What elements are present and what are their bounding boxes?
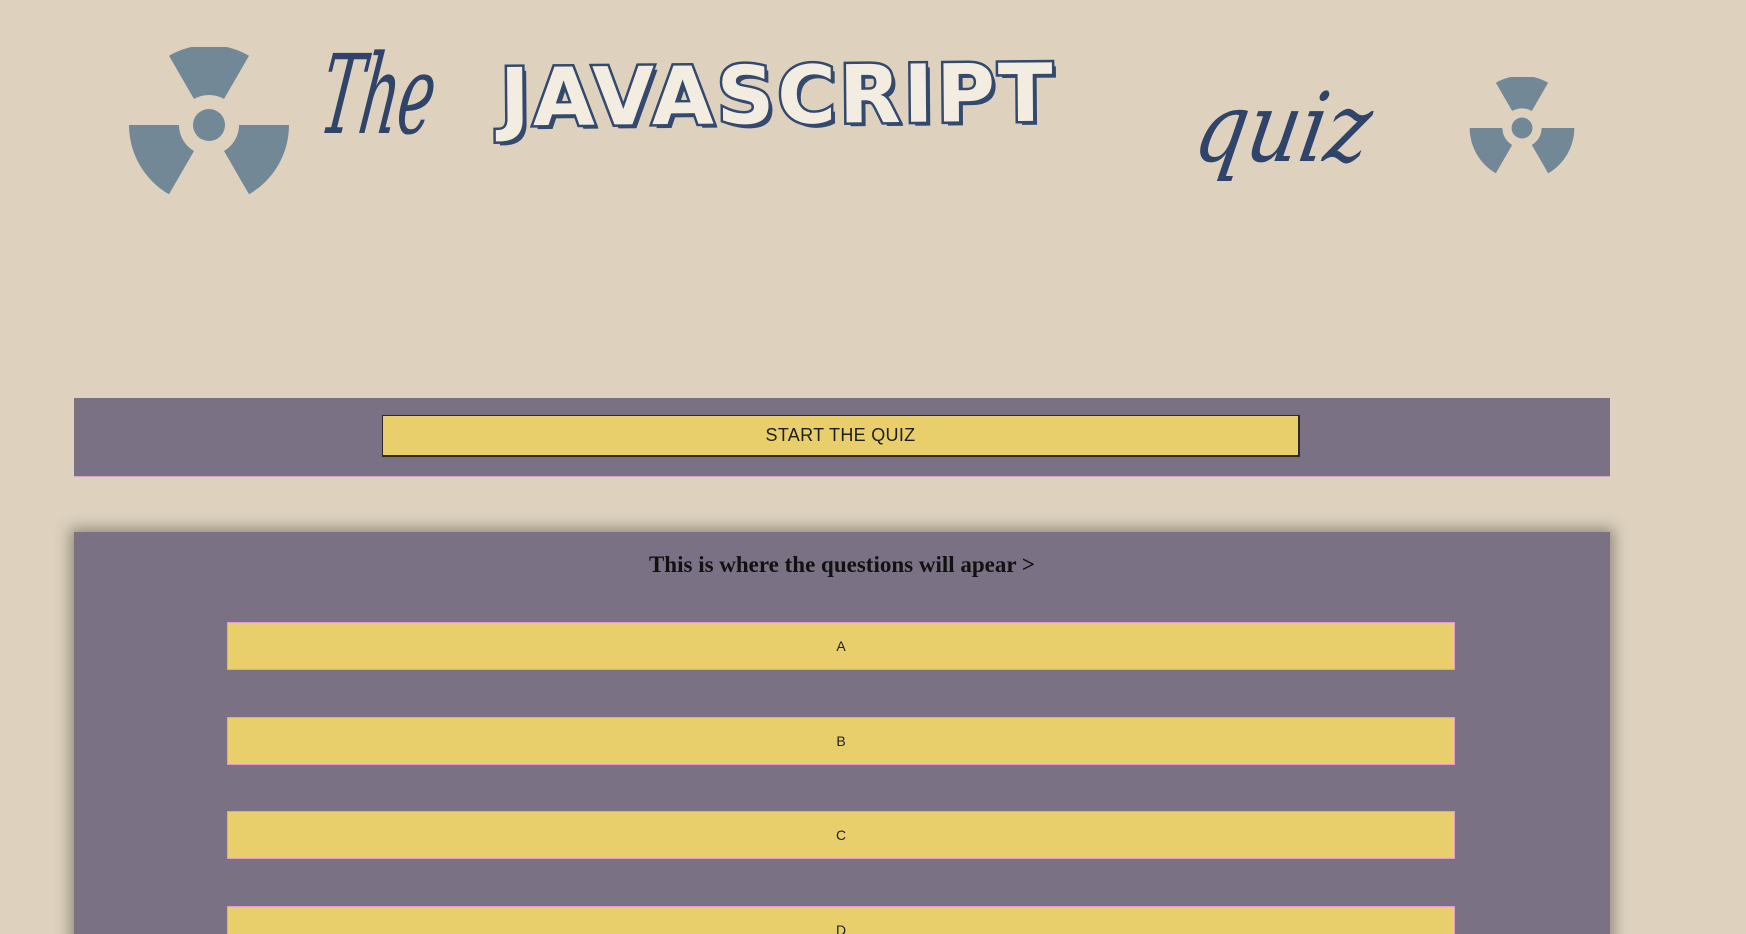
title-quiz: quiz	[1186, 72, 1381, 184]
title-the: The	[313, 31, 444, 159]
start-bar: START THE QUIZ	[74, 398, 1610, 477]
answer-button-d[interactable]: D	[227, 906, 1455, 934]
question-text: This is where the questions will apear >	[648, 552, 1036, 577]
radiation-icon	[1468, 77, 1576, 179]
start-quiz-button[interactable]: START THE QUIZ	[382, 415, 1300, 457]
page: The JAVASCRIPT quiz START THE QUIZ This …	[0, 0, 1746, 934]
header: The JAVASCRIPT quiz	[0, 0, 1746, 300]
radiation-icon	[127, 47, 291, 203]
answer-button-b[interactable]: B	[227, 717, 1455, 765]
quiz-panel: This is where the questions will apear >…	[74, 532, 1610, 934]
title-javascript: JAVASCRIPT	[497, 44, 1058, 147]
answer-button-a[interactable]: A	[227, 622, 1455, 670]
answer-button-c[interactable]: C	[227, 811, 1455, 859]
